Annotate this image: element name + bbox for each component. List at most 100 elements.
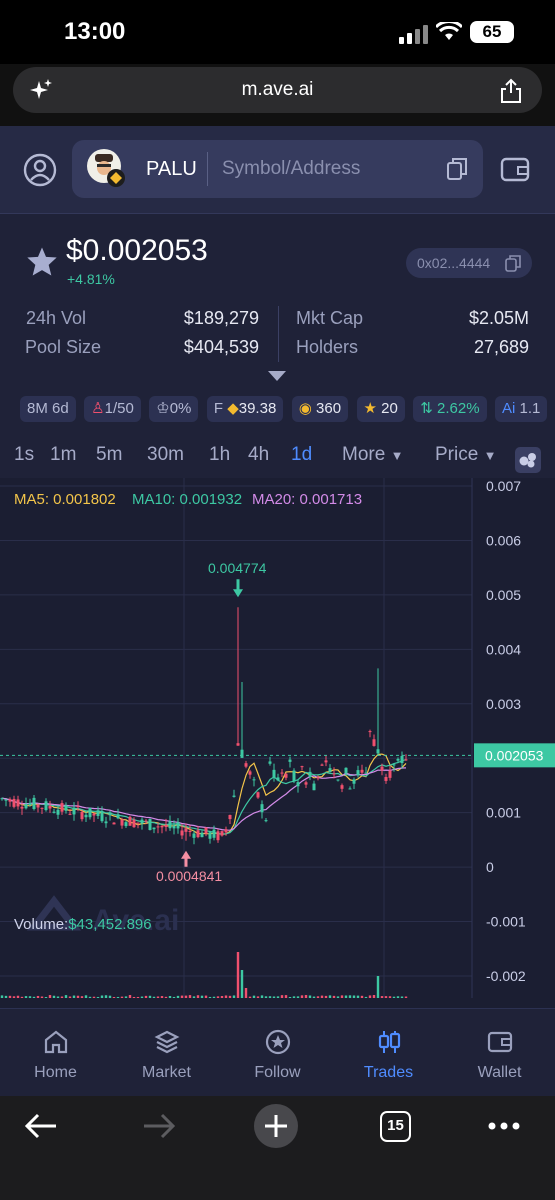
candle-body [316,777,320,779]
candle-body [84,814,88,818]
candle-body [188,831,192,833]
badge-fdv: F ◆39.38 [206,396,284,422]
volume-bar [228,995,232,998]
volume-bar [20,996,24,998]
url-bar[interactable]: m.ave.ai [13,67,542,113]
volume-bar [192,996,196,998]
volume-bar [124,996,128,998]
candle-body [172,825,176,829]
indicator-settings-icon[interactable] [515,447,541,473]
volume-bar [244,988,248,998]
candle-body [260,804,264,813]
candles-icon [378,1031,401,1053]
search-box[interactable]: PALU Symbol/Address [72,140,483,198]
expand-caret-icon[interactable] [268,371,286,381]
share-icon[interactable] [499,78,523,104]
volume-bar [404,996,408,998]
candle-body [192,833,196,838]
candle-body [252,779,256,781]
candle-body [156,826,160,828]
candle-body [72,807,76,815]
volume-bar [272,996,276,998]
volume-bar [376,976,380,998]
y-tick-label: 0.006 [486,532,521,548]
candle-body [304,782,308,785]
volume-bar [260,995,264,998]
nav-label-trades: Trades [363,1064,414,1081]
forward-arrow-icon[interactable] [142,1113,176,1139]
candle-body [204,827,208,834]
volume-bar [48,995,52,998]
nav-home[interactable]: Home [0,1009,111,1097]
search-input[interactable]: Symbol/Address [222,158,360,180]
nav-trades[interactable]: Trades [333,1009,444,1097]
y-tick-label: -0.002 [486,968,526,984]
volume-bar [108,995,112,998]
stat-label-pool-size: Pool Size [25,337,102,357]
candle-body [80,811,84,820]
timeframe-4h[interactable]: 4h [248,444,269,466]
badge-ai: Ai 1.1 [495,396,548,422]
timeframe-1h[interactable]: 1h [209,444,230,466]
volume-bar [88,996,92,998]
back-arrow-icon[interactable] [24,1113,58,1139]
volume-bar [32,996,36,998]
nav-follow[interactable]: Follow [222,1009,333,1097]
stat-value-pool-size: $404,539 [183,337,259,357]
timeframe-5m[interactable]: 5m [96,444,122,466]
timeframe-30m[interactable]: 30m [147,444,184,466]
volume-bar [396,996,400,998]
status-bar: 13:00 65 [0,0,555,64]
profile-icon[interactable] [23,153,57,187]
ma-line-ma20 [1,767,407,831]
volume-bar [328,995,332,998]
candlestick-chart[interactable]: Ave.ai 0.0070.0060.0050.0040.0030.0020.0… [0,478,555,1008]
candle-body [324,760,328,763]
price-dropdown[interactable]: Price ▼ [435,444,496,466]
copy-address-icon[interactable] [505,255,521,272]
wallet-icon[interactable] [500,155,530,183]
more-options-icon[interactable] [488,1122,520,1130]
bottom-nav: Home Market Follow Trades Wallet [0,1008,555,1096]
copy-icon[interactable] [446,157,468,181]
candle-body [120,819,124,826]
volume-bar [296,996,300,998]
candle-body [200,832,204,838]
price-chart[interactable]: Ave.ai 0.0070.0060.0050.0040.0030.0020.0… [0,478,555,1008]
volume-bar [176,995,180,998]
candle-body [216,831,220,841]
timeframe-1s[interactable]: 1s [14,444,34,466]
candle-body [28,803,32,805]
candle-body [232,795,236,797]
volume-bar [284,995,288,998]
stat-value-24h-vol: $189,279 [183,308,259,328]
candle-body [368,731,372,733]
volume-bar [380,996,384,998]
nav-market[interactable]: Market [111,1009,222,1097]
volume-bar [288,996,292,998]
favorite-star-icon[interactable] [26,246,58,277]
timeframe-1m[interactable]: 1m [50,444,76,466]
volume-bar [264,996,268,998]
volume-bar [52,995,56,998]
bnb-icon: ◆ [227,400,239,417]
new-tab-icon[interactable] [254,1104,298,1148]
candle-body [396,758,400,761]
volume-bar [384,996,388,998]
candle-body [372,739,376,746]
nav-wallet[interactable]: Wallet [444,1009,555,1097]
volume-bar [84,995,88,998]
stat-label-holders: Holders [296,337,359,357]
candle-body [292,770,296,782]
candle-body [12,798,16,807]
more-dropdown[interactable]: More ▼ [342,444,403,466]
timeframe-1d[interactable]: 1d [291,444,312,466]
candle-body [164,824,168,827]
contract-address-chip[interactable]: 0x02...4444 [406,248,532,278]
browser-bottom-bar: 15 [0,1096,555,1200]
tabs-button[interactable]: 15 [380,1111,411,1142]
candle-body [52,811,56,813]
volume-bar [344,995,348,998]
candle-body [68,813,72,815]
badge-tax: ♔0% [149,396,199,422]
